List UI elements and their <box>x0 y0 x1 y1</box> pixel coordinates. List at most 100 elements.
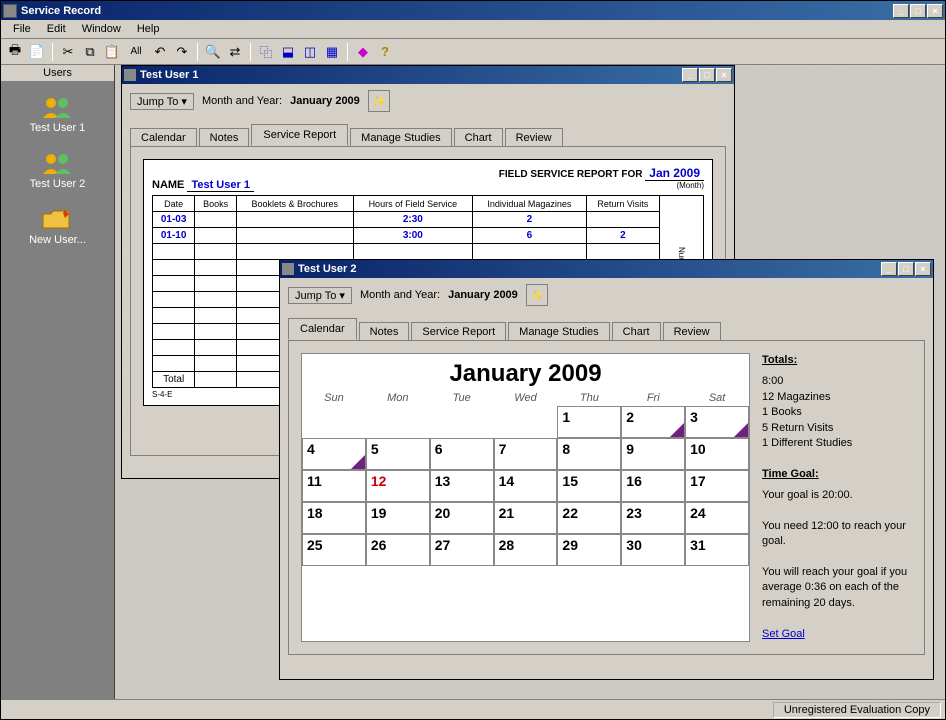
arrange-icon[interactable]: ▦ <box>322 42 342 62</box>
find-icon[interactable]: 🔍 <box>203 42 223 62</box>
copy-icon[interactable]: ⧉ <box>80 42 100 62</box>
child-titlebar[interactable]: Test User 1 _ □ × <box>122 66 734 84</box>
calendar-cell[interactable]: 2 <box>621 406 685 438</box>
calendar-cell[interactable]: 14 <box>494 470 558 502</box>
redo-icon[interactable]: ↷ <box>172 42 192 62</box>
tab-calendar[interactable]: Calendar <box>288 318 357 340</box>
calendar-cell[interactable]: 28 <box>494 534 558 566</box>
maximize-button[interactable]: □ <box>910 4 926 18</box>
col-mags: Individual Magazines <box>472 196 586 212</box>
calendar-cell[interactable]: 20 <box>430 502 494 534</box>
calendar-cell[interactable]: 23 <box>621 502 685 534</box>
month-year-value: January 2009 <box>290 95 360 107</box>
activity-marker-icon <box>351 455 365 469</box>
calendar-cell[interactable]: 30 <box>621 534 685 566</box>
menu-file[interactable]: File <box>5 22 39 36</box>
calendar-cell[interactable]: 8 <box>557 438 621 470</box>
calendar-cell[interactable] <box>366 406 430 438</box>
report-name-value: Test User 1 <box>187 179 254 192</box>
sidebar-item-newuser[interactable]: New User... <box>29 208 86 246</box>
calendar-cell[interactable]: 27 <box>430 534 494 566</box>
calendar-cell[interactable]: 19 <box>366 502 430 534</box>
menu-edit[interactable]: Edit <box>39 22 74 36</box>
wizard-icon[interactable]: ✨ <box>368 90 390 112</box>
calendar-cell[interactable]: 7 <box>494 438 558 470</box>
calendar-cell[interactable]: 5 <box>366 438 430 470</box>
tabstrip: Calendar Notes Service Report Manage Stu… <box>288 318 925 340</box>
tab-manage-studies[interactable]: Manage Studies <box>508 322 610 341</box>
replace-icon[interactable]: ⇄ <box>225 42 245 62</box>
tab-review[interactable]: Review <box>505 128 563 147</box>
calendar-cell[interactable]: 12 <box>366 470 430 502</box>
need-line: You need 12:00 to reach your goal. <box>762 519 912 550</box>
select-all-button[interactable]: All <box>124 42 148 62</box>
calendar-cell[interactable]: 26 <box>366 534 430 566</box>
child-titlebar[interactable]: Test User 2 _ □ × <box>280 260 933 278</box>
calendar-cell[interactable]: 25 <box>302 534 366 566</box>
help-icon[interactable]: ? <box>375 42 395 62</box>
totals-line: 1 Books <box>762 405 912 420</box>
menu-help[interactable]: Help <box>129 22 168 36</box>
tab-chart[interactable]: Chart <box>454 128 503 147</box>
calendar-cell[interactable]: 31 <box>685 534 749 566</box>
child-maximize-button[interactable]: □ <box>699 68 715 82</box>
minimize-button[interactable]: _ <box>893 4 909 18</box>
cut-icon[interactable]: ✂ <box>58 42 78 62</box>
tab-service-report[interactable]: Service Report <box>251 124 348 146</box>
tab-calendar[interactable]: Calendar <box>130 128 197 147</box>
calendar-cell[interactable] <box>302 406 366 438</box>
calendar-grid: 1234567891011121314151617181920212223242… <box>302 406 749 566</box>
child-close-button[interactable]: × <box>915 262 931 276</box>
tab-chart[interactable]: Chart <box>612 322 661 341</box>
set-goal-link[interactable]: Set Goal <box>762 628 805 640</box>
users-icon <box>41 96 73 118</box>
tab-manage-studies[interactable]: Manage Studies <box>350 128 452 147</box>
jump-to-button[interactable]: Jump To ▾ <box>288 287 352 304</box>
menu-window[interactable]: Window <box>74 22 129 36</box>
calendar-cell[interactable]: 11 <box>302 470 366 502</box>
cascade-icon[interactable]: ⿻ <box>256 42 276 62</box>
calendar-cell[interactable]: 6 <box>430 438 494 470</box>
calendar-cell[interactable]: 21 <box>494 502 558 534</box>
child-close-button[interactable]: × <box>716 68 732 82</box>
sidebar-item-label: Test User 1 <box>30 122 86 134</box>
sidebar-item-user2[interactable]: Test User 2 <box>30 152 86 190</box>
calendar-cell[interactable] <box>430 406 494 438</box>
paste-icon[interactable]: 📋 <box>102 42 122 62</box>
child-minimize-button[interactable]: _ <box>682 68 698 82</box>
child-maximize-button[interactable]: □ <box>898 262 914 276</box>
tab-review[interactable]: Review <box>663 322 721 341</box>
jump-to-button[interactable]: Jump To ▾ <box>130 93 194 110</box>
tile-vert-icon[interactable]: ◫ <box>300 42 320 62</box>
close-button[interactable]: × <box>927 4 943 18</box>
wizard-icon[interactable]: ✨ <box>526 284 548 306</box>
calendar-cell[interactable]: 10 <box>685 438 749 470</box>
calendar-dow: Sun <box>302 390 366 406</box>
calendar-cell[interactable]: 15 <box>557 470 621 502</box>
preview-icon[interactable]: 📄 <box>27 42 47 62</box>
undo-icon[interactable]: ↶ <box>150 42 170 62</box>
print-icon[interactable]: 🖶 <box>5 42 25 62</box>
calendar-cell[interactable]: 17 <box>685 470 749 502</box>
fsr-value: Jan 2009 <box>645 166 704 181</box>
calendar-cell[interactable]: 4 <box>302 438 366 470</box>
tab-notes[interactable]: Notes <box>359 322 410 341</box>
calendar-cell[interactable]: 9 <box>621 438 685 470</box>
statusbar: Unregistered Evaluation Copy <box>1 699 945 719</box>
child-minimize-button[interactable]: _ <box>881 262 897 276</box>
sidebar-item-user1[interactable]: Test User 1 <box>30 96 86 134</box>
tab-notes[interactable]: Notes <box>199 128 250 147</box>
tab-service-report[interactable]: Service Report <box>411 322 506 341</box>
calendar-cell[interactable]: 24 <box>685 502 749 534</box>
calendar-cell[interactable]: 1 <box>557 406 621 438</box>
calendar-cell[interactable]: 29 <box>557 534 621 566</box>
erase-icon[interactable]: ◆ <box>353 42 373 62</box>
calendar-cell[interactable]: 16 <box>621 470 685 502</box>
calendar-cell[interactable]: 22 <box>557 502 621 534</box>
calendar-cell[interactable] <box>494 406 558 438</box>
calendar-cell[interactable]: 18 <box>302 502 366 534</box>
calendar-cell[interactable]: 3 <box>685 406 749 438</box>
report-name-label: NAME <box>152 179 184 191</box>
calendar-cell[interactable]: 13 <box>430 470 494 502</box>
tile-horiz-icon[interactable]: ⬓ <box>278 42 298 62</box>
